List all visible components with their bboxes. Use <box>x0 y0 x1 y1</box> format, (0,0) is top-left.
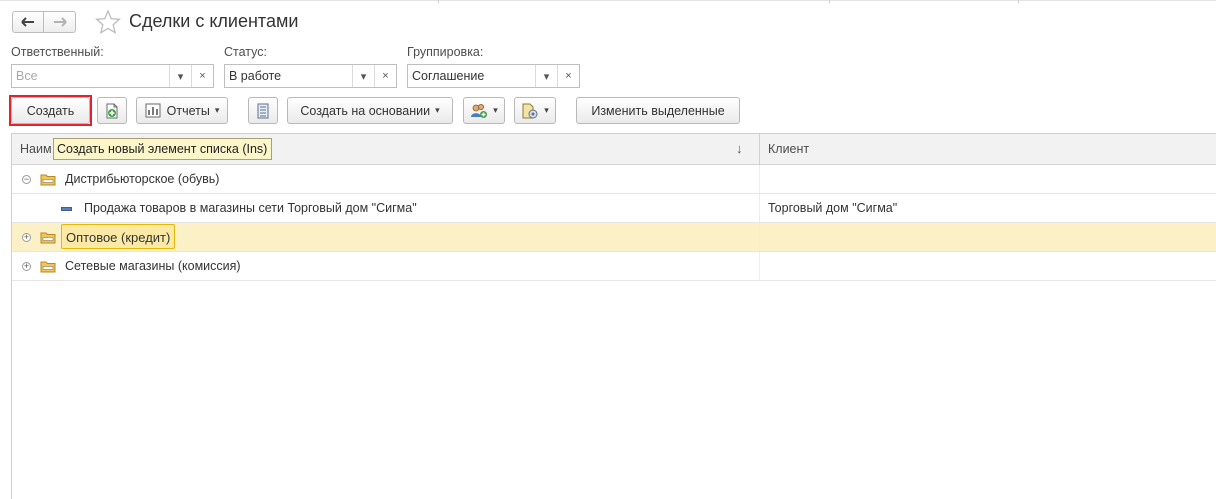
column-header-client[interactable]: Клиент <box>768 142 809 156</box>
report-icon <box>145 103 161 118</box>
grouping-field[interactable]: Соглашение ▾ × <box>407 64 580 88</box>
expand-icon[interactable]: + <box>22 233 31 242</box>
arrow-left-icon <box>21 17 34 27</box>
folder-icon <box>40 232 56 244</box>
deals-table[interactable]: Наим ↓ Клиент − Дистрибьюторское (обувь)… <box>11 133 1216 499</box>
list-view-button[interactable] <box>248 97 278 124</box>
cell-divider <box>759 194 760 222</box>
document-settings-icon <box>522 103 538 118</box>
row-client: Торговый дом "Сигма" <box>768 201 898 215</box>
grouping-dropdown-button[interactable]: ▾ <box>535 65 557 87</box>
row-label: Продажа товаров в магазины сети Торговый… <box>84 201 417 215</box>
folder-icon <box>40 261 56 273</box>
table-row-selected[interactable]: + Оптовое (кредит) <box>12 223 1216 252</box>
responsible-clear-button[interactable]: × <box>191 65 213 87</box>
page-title: Сделки с клиентами <box>129 11 299 31</box>
users-add-icon <box>471 103 488 118</box>
item-icon <box>61 207 72 211</box>
add-copy-icon <box>106 103 118 118</box>
status-input[interactable]: В работе <box>225 65 352 87</box>
responsible-dropdown-button[interactable]: ▾ <box>169 65 191 87</box>
row-label: Сетевые магазины (комиссия) <box>65 259 241 273</box>
collapse-icon[interactable]: − <box>22 175 31 184</box>
status-clear-button[interactable]: × <box>374 65 396 87</box>
document-settings-button[interactable]: ▾ <box>514 97 556 124</box>
reports-button[interactable]: Отчеты ▾ <box>136 97 228 124</box>
forward-button[interactable] <box>44 11 76 33</box>
cell-divider <box>759 252 760 280</box>
row-label: Оптовое (кредит) <box>66 230 171 245</box>
create-button[interactable]: Создать <box>11 97 90 124</box>
grouping-clear-button[interactable]: × <box>557 65 579 87</box>
grouping-label: Группировка: <box>407 45 484 59</box>
cell-divider <box>759 223 760 251</box>
list-icon <box>257 103 269 118</box>
folder-icon <box>40 174 56 186</box>
chevron-down-icon: ▾ <box>214 105 220 115</box>
table-row[interactable]: − Дистрибьюторское (обувь) <box>12 165 1216 194</box>
row-label: Дистрибьюторское (обувь) <box>65 172 220 186</box>
change-selected-button[interactable]: Изменить выделенные <box>576 97 740 124</box>
status-dropdown-button[interactable]: ▾ <box>352 65 374 87</box>
window-top-border <box>0 0 1216 3</box>
copy-button[interactable] <box>97 97 127 124</box>
table-row[interactable]: + Сетевые магазины (комиссия) <box>12 252 1216 281</box>
responsible-field[interactable]: Все ▾ × <box>11 64 214 88</box>
favorite-star-icon[interactable] <box>95 9 121 35</box>
column-divider[interactable] <box>759 134 760 165</box>
responsible-label: Ответственный: <box>11 45 104 59</box>
chevron-down-icon: ▾ <box>435 105 440 115</box>
users-menu-button[interactable]: ▾ <box>463 97 505 124</box>
table-row[interactable]: Продажа товаров в магазины сети Торговый… <box>12 194 1216 223</box>
status-field[interactable]: В работе ▾ × <box>224 64 397 88</box>
create-based-on-button[interactable]: Создать на основании ▾ <box>287 97 453 124</box>
sort-arrow-icon[interactable]: ↓ <box>736 141 743 156</box>
column-header-name[interactable]: Наим <box>20 142 52 156</box>
reports-label: Отчеты <box>166 103 210 118</box>
back-button[interactable] <box>12 11 44 33</box>
create-based-on-label: Создать на основании <box>300 103 431 118</box>
arrow-right-icon <box>53 17 67 27</box>
status-label: Статус: <box>224 45 267 59</box>
create-tooltip: Создать новый элемент списка (Ins) <box>53 138 273 160</box>
chevron-down-icon: ▾ <box>544 105 549 115</box>
grouping-input[interactable]: Соглашение <box>408 65 535 87</box>
cell-divider <box>759 165 760 193</box>
focused-cell[interactable]: Оптовое (кредит) <box>61 224 176 249</box>
chevron-down-icon: ▾ <box>493 105 498 115</box>
expand-icon[interactable]: + <box>22 262 31 271</box>
responsible-input[interactable]: Все <box>12 65 169 87</box>
